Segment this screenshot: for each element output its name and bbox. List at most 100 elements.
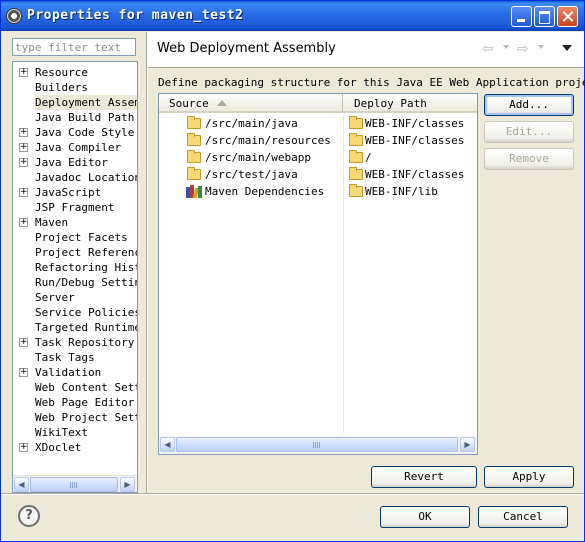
remove-button[interactable]: Remove bbox=[484, 148, 574, 170]
folder-icon bbox=[187, 133, 201, 146]
source-cell: Maven Dependencies bbox=[205, 185, 325, 198]
folder-icon bbox=[187, 116, 201, 129]
back-arrow-icon[interactable]: ⇦ bbox=[482, 41, 494, 57]
tree-item[interactable]: Server bbox=[13, 290, 137, 305]
table-scroll-thumb[interactable] bbox=[176, 437, 458, 452]
expand-icon[interactable]: + bbox=[19, 338, 28, 347]
tree-item[interactable]: Javadoc Location bbox=[13, 170, 138, 185]
tree-item[interactable]: Deployment Assembly bbox=[13, 95, 137, 110]
table-row[interactable]: /src/main/resources WEB-INF/classes bbox=[159, 132, 477, 149]
table-horizontal-scrollbar[interactable]: ◀ ▶ bbox=[159, 436, 477, 454]
forward-dropdown-icon[interactable] bbox=[538, 45, 544, 49]
apply-button[interactable]: Apply bbox=[484, 466, 574, 488]
deployment-table: Source Deploy Path /src/main/java WEB-INF… bbox=[158, 93, 478, 455]
title-bar[interactable]: Properties for maven_test2 bbox=[1, 1, 584, 31]
page-header: Web Deployment Assembly ⇦ ⇨ bbox=[148, 32, 584, 68]
folder-icon bbox=[349, 167, 363, 180]
expand-icon[interactable]: + bbox=[19, 128, 28, 137]
revert-button[interactable]: Revert bbox=[371, 466, 477, 488]
tree-item[interactable]: + Maven bbox=[13, 215, 137, 230]
tree-item[interactable]: Builders bbox=[13, 80, 137, 95]
column-header-deploy-path[interactable]: Deploy Path bbox=[344, 94, 477, 113]
tree-item[interactable]: Project Facets bbox=[13, 230, 137, 245]
expand-icon[interactable]: + bbox=[19, 158, 28, 167]
tree-item[interactable]: Java Build Path bbox=[13, 110, 137, 125]
deploy-path-cell: WEB-INF/classes bbox=[365, 134, 465, 147]
page-description: Define packaging structure for this Java… bbox=[158, 76, 585, 89]
tree-item[interactable]: + Task Repository bbox=[13, 335, 137, 350]
source-cell: /src/main/resources bbox=[205, 134, 331, 147]
tree-item-label: Run/Debug Settings bbox=[35, 276, 137, 289]
edit-button[interactable]: Edit... bbox=[484, 121, 574, 143]
scroll-right-button[interactable]: ▶ bbox=[120, 477, 135, 492]
tree-item[interactable]: Refactoring History bbox=[13, 260, 137, 275]
button-bar-separator bbox=[1, 493, 584, 495]
folder-icon bbox=[187, 167, 201, 180]
tree-item[interactable]: + Java Compiler bbox=[13, 140, 137, 155]
expand-icon[interactable]: + bbox=[19, 443, 28, 452]
tree-item-label: Javadoc Location bbox=[35, 171, 138, 184]
close-button[interactable] bbox=[557, 6, 578, 27]
view-menu-icon[interactable] bbox=[562, 45, 572, 51]
table-scroll-left-button[interactable]: ◀ bbox=[160, 437, 175, 452]
source-cell: /src/main/webapp bbox=[205, 151, 311, 164]
filter-input[interactable]: type filter text bbox=[12, 38, 136, 56]
tree-item[interactable]: + XDoclet bbox=[13, 440, 137, 455]
tree-item-label: Server bbox=[35, 291, 75, 304]
add-button[interactable]: Add... bbox=[484, 94, 574, 116]
folder-icon bbox=[187, 150, 201, 163]
minimize-button[interactable] bbox=[511, 6, 532, 27]
expand-icon[interactable]: + bbox=[19, 218, 28, 227]
tree-item[interactable]: + JavaScript bbox=[13, 185, 137, 200]
tree-item[interactable]: WikiText bbox=[13, 425, 137, 440]
tree-item[interactable]: Targeted Runtimes bbox=[13, 320, 137, 335]
tree-item-label: Task Tags bbox=[35, 351, 95, 364]
tree-item[interactable]: + Java Code Style bbox=[13, 125, 137, 140]
tree-item[interactable]: + Validation bbox=[13, 365, 137, 380]
tree-item-label: Service Policies bbox=[35, 306, 138, 319]
sort-ascending-icon bbox=[217, 100, 227, 106]
window-title: Properties for maven_test2 bbox=[27, 8, 244, 23]
tree-item[interactable]: Service Policies bbox=[13, 305, 138, 320]
tree-item[interactable]: Run/Debug Settings bbox=[13, 275, 137, 290]
help-icon[interactable]: ? bbox=[18, 505, 40, 527]
tree-item[interactable]: Web Page Editor bbox=[13, 395, 137, 410]
expand-icon[interactable]: + bbox=[19, 68, 28, 77]
tree-item[interactable]: Project References bbox=[13, 245, 137, 260]
deploy-path-cell: / bbox=[365, 151, 372, 164]
expand-icon[interactable]: + bbox=[19, 143, 28, 152]
tree-horizontal-scrollbar[interactable]: ◀ ▶ bbox=[13, 475, 137, 492]
table-row[interactable]: Maven Dependencies WEB-INF/lib bbox=[159, 183, 477, 200]
tree-item-label: Web Page Editor bbox=[35, 396, 135, 409]
cancel-button[interactable]: Cancel bbox=[478, 506, 568, 528]
forward-arrow-icon[interactable]: ⇨ bbox=[517, 41, 529, 57]
scroll-left-button[interactable]: ◀ bbox=[14, 477, 29, 492]
eclipse-icon bbox=[6, 8, 22, 24]
tree-item[interactable]: Web Content Settings bbox=[13, 380, 137, 395]
page-title: Web Deployment Assembly bbox=[157, 41, 336, 56]
tree-item[interactable]: Task Tags bbox=[13, 350, 137, 365]
scroll-thumb[interactable] bbox=[30, 477, 118, 492]
tree-item[interactable]: Web Project Settings bbox=[13, 410, 137, 425]
tree-item-label: Project References bbox=[35, 246, 137, 259]
folder-icon bbox=[349, 133, 363, 146]
expand-icon[interactable]: + bbox=[19, 188, 28, 197]
table-scroll-right-button[interactable]: ▶ bbox=[460, 437, 475, 452]
ok-button[interactable]: OK bbox=[380, 506, 470, 528]
maximize-button[interactable] bbox=[534, 6, 555, 27]
table-row[interactable]: /src/main/webapp / bbox=[159, 149, 477, 166]
column-header-source[interactable]: Source bbox=[159, 94, 343, 113]
expand-icon[interactable]: + bbox=[19, 368, 28, 377]
tree-item[interactable]: + Java Editor bbox=[13, 155, 137, 170]
table-header: Source Deploy Path bbox=[159, 94, 477, 113]
tree-item[interactable]: + Resource bbox=[13, 65, 137, 80]
table-row[interactable]: /src/main/java WEB-INF/classes bbox=[159, 115, 477, 132]
tree-item-label: JSP Fragment bbox=[35, 201, 115, 214]
tree-item-label: Task Repository bbox=[35, 336, 135, 349]
table-row[interactable]: /src/test/java WEB-INF/classes bbox=[159, 166, 477, 183]
tree-item-label: Web Project Settings bbox=[35, 411, 137, 424]
history-navigation: ⇦ ⇨ bbox=[482, 41, 572, 57]
tree-item-label: WikiText bbox=[35, 426, 88, 439]
tree-item[interactable]: JSP Fragment bbox=[13, 200, 137, 215]
back-dropdown-icon[interactable] bbox=[503, 45, 509, 49]
